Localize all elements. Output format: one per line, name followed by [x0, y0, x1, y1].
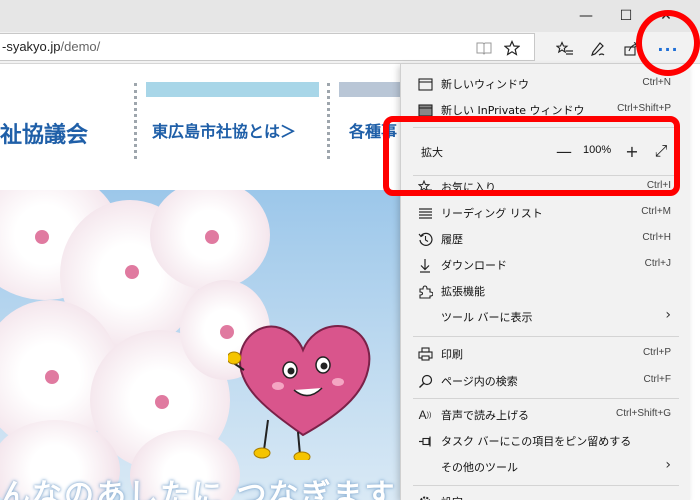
menu-item-find-on-page[interactable]: ページ内の検索 Ctrl+F — [401, 368, 691, 394]
menu-item-shortcut: Ctrl+J — [644, 258, 671, 269]
zoom-highlight-box — [383, 116, 680, 196]
extensions-icon — [417, 282, 433, 300]
menu-item-label: リーディング リスト — [441, 207, 543, 220]
menu-item-label: 音声で読み上げる — [441, 409, 529, 422]
menu-item-label: ダウンロード — [441, 259, 507, 272]
blossom-center — [155, 395, 169, 409]
nav-accent-bar — [339, 82, 400, 97]
download-icon — [417, 256, 433, 274]
browser-toolbar: -syakyo.jp/demo/ ··· — [0, 32, 700, 64]
address-text[interactable]: -syakyo.jp/demo/ — [2, 39, 100, 54]
menu-item-shortcut: Ctrl+M — [641, 206, 671, 217]
gear-icon — [417, 493, 433, 500]
menu-item-label: ページ内の検索 — [441, 375, 518, 388]
menu-item-shortcut: Ctrl+H — [642, 232, 671, 243]
menu-item-label: 設定 — [441, 494, 463, 500]
menu-item-label: 拡張機能 — [441, 285, 485, 298]
menu-item-shortcut: Ctrl+Shift+P — [617, 103, 671, 114]
menu-separator — [413, 485, 679, 486]
reading-list-icon — [417, 204, 433, 222]
favorite-star-icon[interactable] — [501, 37, 523, 59]
web-note-icon[interactable] — [585, 38, 611, 60]
menu-item-label: 履歴 — [441, 233, 463, 246]
web-page: 祉協議会 東広島市社協とは＞ 各種事 んなのあしたに つなぎます — [0, 65, 400, 500]
menu-item-read-aloud[interactable]: A)) 音声で読み上げる Ctrl+Shift+G — [401, 402, 691, 428]
window-icon — [417, 75, 433, 93]
blossom-center — [45, 370, 59, 384]
menu-item-shortcut: Ctrl+F — [643, 374, 672, 385]
nav-divider — [134, 83, 137, 159]
menu-item-label: 新しいウィンドウ — [441, 78, 529, 91]
address-path: /demo/ — [60, 39, 101, 54]
pin-icon — [417, 432, 433, 450]
blossom-center — [125, 265, 139, 279]
menu-item-label: その他のツール — [441, 461, 518, 474]
title-bar: — ☐ ✕ — [0, 0, 700, 32]
menu-item-label: 印刷 — [441, 348, 463, 361]
menu-item-new-window[interactable]: 新しいウィンドウ Ctrl+N — [401, 71, 691, 97]
history-icon — [417, 230, 433, 248]
menu-item-label: タスク バーにこの項目をピン留めする — [441, 435, 632, 448]
search-icon — [417, 372, 433, 390]
menu-item-label: ツール バーに表示 — [441, 311, 533, 324]
menu-item-pin-to-taskbar[interactable]: タスク バーにこの項目をピン留めする — [401, 428, 691, 454]
menu-item-shortcut: Ctrl+P — [642, 347, 671, 358]
hero-banner: んなのあしたに つなぎます — [0, 190, 400, 500]
chevron-right-icon: › — [665, 457, 671, 473]
chevron-right-icon: › — [665, 307, 671, 323]
minimize-button[interactable]: — — [566, 0, 606, 32]
reading-view-icon[interactable] — [473, 37, 495, 59]
read-aloud-icon: A)) — [418, 408, 432, 422]
menu-separator — [413, 336, 679, 337]
address-bar[interactable]: -syakyo.jp/demo/ — [0, 33, 535, 61]
nav-link-about[interactable]: 東広島市社協とは＞ — [152, 118, 296, 142]
hero-tagline: んなのあしたに つなぎます — [0, 478, 397, 500]
menu-item-show-in-toolbar[interactable]: ツール バーに表示 › — [401, 304, 691, 330]
menu-item-print[interactable]: 印刷 Ctrl+P — [401, 341, 691, 367]
menu-item-shortcut: Ctrl+Shift+G — [615, 408, 671, 419]
menu-item-extensions[interactable]: 拡張機能 — [401, 278, 691, 304]
nav-accent-bar — [146, 82, 319, 97]
menu-item-history[interactable]: 履歴 Ctrl+H — [401, 226, 691, 252]
favorites-hub-icon[interactable] — [552, 38, 578, 60]
menu-item-downloads[interactable]: ダウンロード Ctrl+J — [401, 252, 691, 278]
menu-item-reading-list[interactable]: リーディング リスト Ctrl+M — [401, 200, 691, 226]
menu-separator — [413, 398, 679, 399]
more-button-highlight-circle — [636, 10, 700, 76]
heart-mascot-illustration — [228, 324, 371, 460]
print-icon — [417, 345, 433, 363]
site-title[interactable]: 祉協議会 — [0, 117, 88, 149]
blossom-center — [205, 230, 219, 244]
menu-item-shortcut: Ctrl+N — [642, 77, 671, 88]
address-domain: -syakyo.jp — [2, 39, 61, 54]
menu-item-more-tools[interactable]: その他のツール › — [401, 454, 691, 480]
nav-divider — [327, 83, 330, 159]
blossom-center — [35, 230, 49, 244]
menu-item-settings[interactable]: 設定 — [401, 489, 691, 500]
